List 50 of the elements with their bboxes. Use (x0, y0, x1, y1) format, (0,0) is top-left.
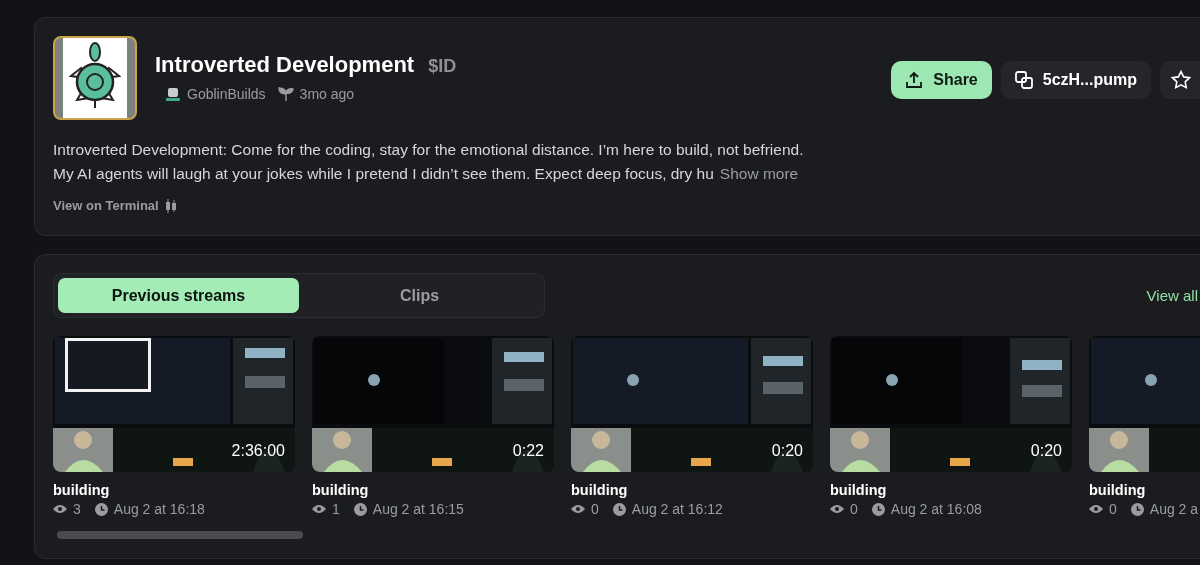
stream-date: Aug 2 at 16:12 (631, 501, 723, 517)
eye-icon (312, 504, 326, 514)
view-count: 0 (591, 501, 599, 517)
creator-link[interactable]: GoblinBuilds (187, 86, 266, 102)
video-duration: 0:20 (771, 442, 803, 460)
video-title[interactable]: building (571, 482, 813, 498)
favorite-button[interactable] (1160, 61, 1200, 99)
stream-date: Aug 2 at 16:15 (372, 501, 464, 517)
clock-icon (94, 502, 108, 516)
scrollbar-thumb[interactable] (57, 531, 303, 539)
stream-date: Aug 2 at 16:08 (890, 501, 982, 517)
token-name: Introverted Development (155, 52, 415, 78)
eye-icon (830, 504, 844, 514)
tab[interactable]: Previous streams (58, 278, 299, 313)
avatar-icon (165, 86, 181, 102)
description-text: Introverted Development: Come for the coding, stay for the emotional distance. I’m here to build, not befriend. My AI agents will laugh at your jokes while I pretend I didn’t see them. Expect deep focus, dry hu Show more (53, 140, 805, 184)
clock-icon (1130, 502, 1144, 516)
video-duration: 0:20 (1030, 442, 1062, 460)
show-more-link[interactable]: Show more (719, 165, 799, 182)
stream-date: Aug 2 at 16:18 (113, 501, 205, 517)
turtle-icon (53, 36, 137, 120)
view-count: 1 (332, 501, 340, 517)
video-duration: 0:22 (512, 442, 544, 460)
clock-icon (353, 502, 367, 516)
terminal-link[interactable]: View on Terminal (53, 198, 177, 213)
eye-icon (53, 504, 67, 514)
view-count: 0 (850, 501, 858, 517)
share-button[interactable]: Share (891, 61, 992, 99)
view-all-link[interactable]: View all (1146, 287, 1198, 304)
view-count: 3 (73, 501, 81, 517)
share-icon (905, 71, 924, 89)
stream-date: Aug 2 a (1149, 501, 1199, 517)
video-title[interactable]: building (312, 482, 554, 498)
clock-icon (612, 502, 626, 516)
star-icon (1171, 70, 1191, 90)
eye-icon (1089, 504, 1103, 514)
view-count: 0 (1109, 501, 1117, 517)
tab[interactable]: Clips (299, 278, 540, 313)
clock-icon (871, 502, 885, 516)
eye-icon (571, 504, 585, 514)
copy-address-button[interactable]: 5czH...pump (1000, 61, 1151, 99)
created-time: 3mo ago (299, 86, 355, 102)
video-title[interactable]: building (830, 482, 1072, 498)
sprout-icon (277, 86, 294, 102)
candlestick-icon (164, 198, 177, 213)
token-ticker: $ID (428, 56, 457, 77)
video-title[interactable]: building (1089, 482, 1200, 498)
video-title[interactable]: building (53, 482, 295, 498)
video-duration: 2:36:00 (231, 442, 285, 460)
copy-icon (1014, 71, 1033, 89)
